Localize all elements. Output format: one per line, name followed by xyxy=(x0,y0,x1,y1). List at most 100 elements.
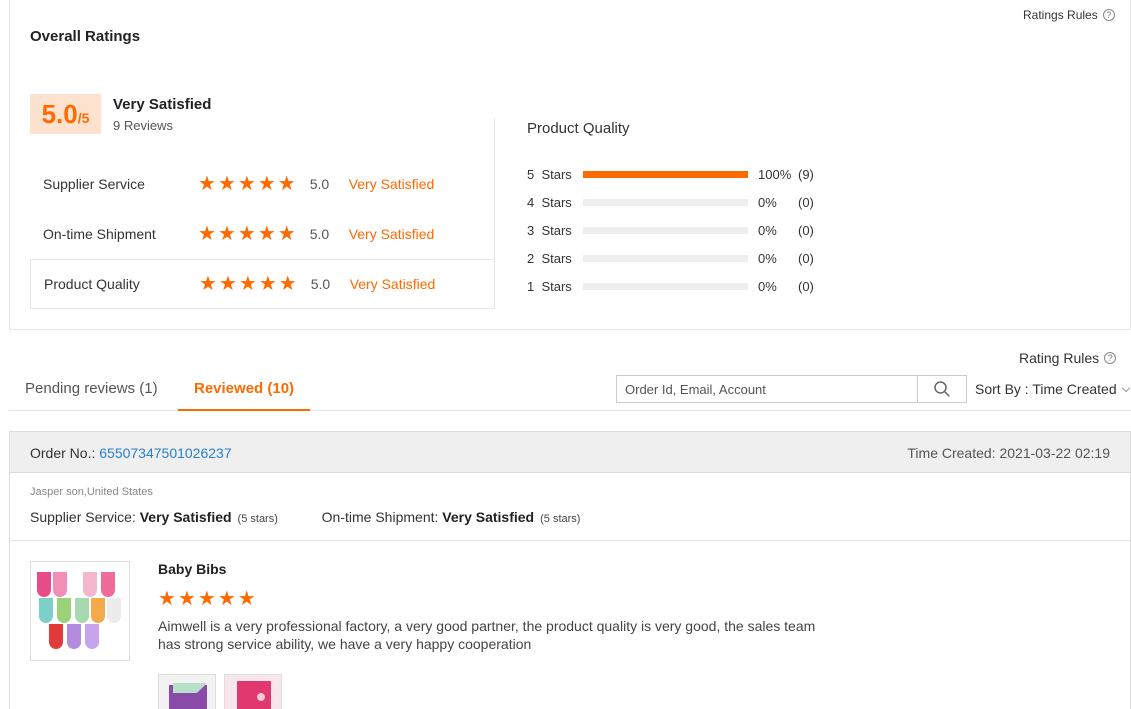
search-input[interactable] xyxy=(616,375,918,403)
star-rating: ★ ★ ★ ★ ★ xyxy=(199,274,297,294)
sort-label[interactable]: Sort By : Time Created xyxy=(975,381,1117,397)
distribution-row: 3 Stars 0% (0) xyxy=(527,220,847,240)
supplier-service-value: Very Satisfied xyxy=(139,509,232,525)
star-icon: ★ xyxy=(217,173,236,195)
metric-label: On-time Shipment xyxy=(43,226,156,242)
baby-bibs-image xyxy=(31,562,129,660)
product-quality-title: Product Quality xyxy=(527,120,630,137)
distribution-label: 2 Stars xyxy=(527,250,572,266)
overall-ratings-title: Overall Ratings xyxy=(30,28,141,45)
star-icon: ★ xyxy=(278,273,297,295)
distribution-label: 5 Stars xyxy=(527,166,572,182)
metric-satisfaction: Very Satisfied xyxy=(349,276,436,292)
shipment-value: Very Satisfied xyxy=(442,509,535,525)
metric-row-on-time-shipment: On-time Shipment ★ ★ ★ ★ ★ 5.0 Very Satisfie… xyxy=(30,210,495,258)
star-icon: ★ xyxy=(198,223,216,245)
distribution-bar xyxy=(583,170,748,178)
distribution-row: 5 Stars 100% (9) xyxy=(527,164,847,184)
bib-photo xyxy=(225,675,281,709)
star-icon: ★ xyxy=(258,273,277,295)
time-created: Time Created: 2021-03-22 02:19 xyxy=(907,445,1110,461)
distribution-label: 1 Stars xyxy=(527,278,572,294)
product-image[interactable] xyxy=(30,561,130,661)
distribution-bar xyxy=(583,198,748,206)
metric-label: Product Quality xyxy=(44,276,140,292)
distribution-count: (0) xyxy=(798,278,814,294)
question-icon[interactable]: ? xyxy=(1102,9,1115,21)
star-icon: ★ xyxy=(218,273,237,295)
star-icon: ★ xyxy=(237,588,256,610)
distribution-row: 1 Stars 0% (0) xyxy=(527,276,847,296)
metric-satisfaction: Very Satisfied xyxy=(348,226,435,242)
shipment-label: On-time Shipment: xyxy=(321,509,443,525)
review-photo-thumbnail[interactable] xyxy=(158,674,216,709)
distribution-bar xyxy=(583,226,748,234)
ratings-rules-link[interactable]: Ratings Rules ? xyxy=(1023,8,1115,22)
supplier-service-label: Supplier Service: xyxy=(30,509,140,525)
review-card: Order No.: 65507347501026237 Time Create… xyxy=(9,431,1131,709)
metric-label: Supplier Service xyxy=(43,176,145,192)
metric-satisfaction: Very Satisfied xyxy=(348,176,435,192)
distribution-count: (9) xyxy=(798,166,814,182)
search-icon[interactable] xyxy=(933,380,951,398)
star-icon: ★ xyxy=(197,588,216,610)
distribution-percent: 0% xyxy=(758,222,777,238)
distribution-label: 4 Stars xyxy=(527,194,572,210)
overall-score-badge: 5.0/5 xyxy=(30,94,101,134)
star-icon: ★ xyxy=(237,173,256,195)
reviewer-info: Jasper son,United States xyxy=(30,486,153,498)
overall-score: 5.0 xyxy=(41,99,78,129)
service-ratings: Supplier Service: Very Satisfied (5 stars… xyxy=(30,509,580,525)
star-icon: ★ xyxy=(257,223,276,245)
search-button[interactable] xyxy=(917,375,967,403)
shipment-stars: (5 stars) xyxy=(540,513,581,525)
ratings-rules-label[interactable]: Ratings Rules xyxy=(1023,8,1098,22)
distribution-percent: 100% xyxy=(758,166,792,182)
rating-rules-link[interactable]: Rating Rules ? xyxy=(1019,350,1117,366)
review-photo-thumbnail[interactable] xyxy=(224,674,282,709)
product-name[interactable]: Baby Bibs xyxy=(158,561,226,577)
overall-satisfaction: Very Satisfied xyxy=(113,96,212,113)
star-icon: ★ xyxy=(277,173,296,195)
order-number: Order No.: 65507347501026237 xyxy=(30,445,232,461)
star-icon: ★ xyxy=(277,223,296,245)
order-number-label: Order No.: xyxy=(30,445,100,461)
distribution-bar xyxy=(583,282,748,290)
review-card-header: Order No.: 65507347501026237 Time Create… xyxy=(10,432,1130,473)
distribution-count: (0) xyxy=(798,250,814,266)
distribution-row: 2 Stars 0% (0) xyxy=(527,248,847,268)
product-star-rating: ★ ★ ★ ★ ★ xyxy=(158,589,256,609)
distribution-percent: 0% xyxy=(758,250,777,266)
reviews-count: 9 Reviews xyxy=(113,118,173,133)
star-icon: ★ xyxy=(158,588,176,610)
distribution-count: (0) xyxy=(798,194,814,210)
star-icon: ★ xyxy=(238,273,257,295)
metric-row-supplier-service: Supplier Service ★ ★ ★ ★ ★ 5.0 Very Satisfie… xyxy=(30,160,495,208)
bib-photo xyxy=(159,675,215,709)
distribution-bar-fill xyxy=(583,170,748,178)
metric-row-product-quality[interactable]: Product Quality ★ ★ ★ ★ ★ 5.0 Very Satisfied xyxy=(30,259,495,309)
order-id-link[interactable]: 65507347501026237 xyxy=(99,445,231,461)
tab-reviewed[interactable]: Reviewed (10) xyxy=(178,380,311,411)
star-icon: ★ xyxy=(177,588,196,610)
tab-pending-reviews[interactable]: Pending reviews (1) xyxy=(25,380,158,409)
distribution-percent: 0% xyxy=(758,278,777,294)
star-rating: ★ ★ ★ ★ ★ xyxy=(198,174,296,194)
overall-ratings-panel: Ratings Rules ? Overall Ratings 5.0/5 Ve… xyxy=(9,0,1131,330)
metric-score: 5.0 xyxy=(309,226,330,242)
review-text: Aimwell is a very professional factory, … xyxy=(158,618,816,652)
chevron-down-icon[interactable] xyxy=(1121,383,1130,392)
star-icon: ★ xyxy=(217,588,236,610)
star-icon: ★ xyxy=(237,223,256,245)
overall-score-max: /5 xyxy=(77,110,90,126)
distribution-label: 3 Stars xyxy=(527,222,572,238)
star-icon: ★ xyxy=(199,273,217,295)
star-icon: ★ xyxy=(198,173,216,195)
divider xyxy=(10,540,1130,541)
rating-rules-label[interactable]: Rating Rules xyxy=(1019,350,1099,366)
distribution-bar xyxy=(583,254,748,262)
distribution-row: 4 Stars 0% (0) xyxy=(527,192,847,212)
metric-score: 5.0 xyxy=(310,276,331,292)
sort-dropdown[interactable]: Sort By : Time Created xyxy=(975,381,1130,397)
question-icon[interactable]: ? xyxy=(1104,352,1117,364)
